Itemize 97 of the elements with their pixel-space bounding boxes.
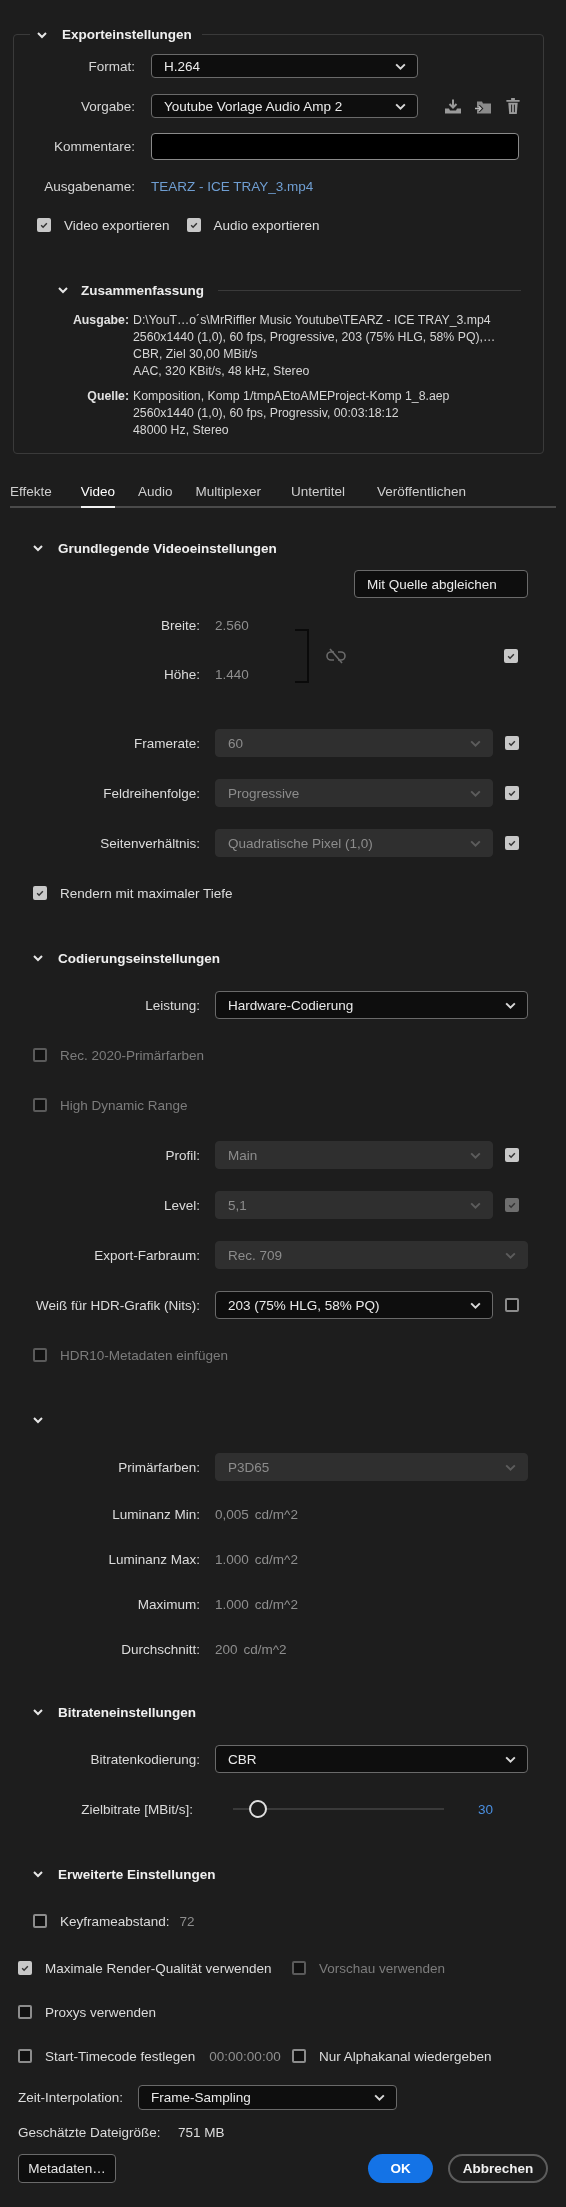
dropdown[interactable]: H.264 <box>151 54 418 78</box>
checkbox-label: Rendern mit maximaler Tiefe <box>60 885 233 901</box>
field-label: Seitenverhältnis: <box>99 835 200 851</box>
field-label: Durchschnitt: <box>120 1642 200 1657</box>
section-title: Erweiterte Einstellungen <box>58 1866 216 1882</box>
cancel-button[interactable]: Abbrechen <box>448 2153 548 2183</box>
field-label: Ausgabename: <box>43 178 135 194</box>
metadata-button[interactable]: Metadaten… <box>18 2153 116 2183</box>
comment-field[interactable] <box>151 132 519 160</box>
keyframe-value[interactable]: 72 <box>179 1913 195 1929</box>
field-label: Luminanz Max: <box>107 1552 200 1567</box>
slider-value[interactable]: 30 <box>478 1801 494 1817</box>
checkbox-label: HDR10-Metadaten einfügen <box>60 1347 229 1363</box>
tab[interactable]: Effekte <box>10 484 52 508</box>
value-text[interactable]: 200 <box>215 1642 238 1657</box>
field-label: Profil: <box>164 1147 200 1163</box>
checkbox-label: Rec. 2020-Primärfarben <box>60 1047 205 1063</box>
timecode-value[interactable]: 00:00:00:00 <box>209 2048 281 2064</box>
tab[interactable]: Multiplexer <box>195 484 261 508</box>
summary-text: AAC, 320 KBit/s, 48 kHz, Stereo <box>133 363 310 380</box>
section-title: Bitrateneinstellungen <box>58 1704 197 1720</box>
field-label: Geschätzte Dateigröße: <box>18 2124 162 2140</box>
field-label: Feldreihenfolge: <box>102 785 200 801</box>
checkbox[interactable] <box>33 1914 47 1928</box>
checkbox-label: Proxys verwenden <box>45 2004 157 2020</box>
dropdown[interactable]: CBR <box>215 1745 528 1773</box>
field-label: Vorgabe: <box>79 98 135 114</box>
checkbox[interactable] <box>505 1298 519 1312</box>
field-label: Breite: <box>159 617 200 633</box>
field-label: Export-Farbraum: <box>93 1247 200 1263</box>
field-label: Weiß für HDR-Grafik (Nits): <box>35 1297 200 1313</box>
checkbox[interactable] <box>18 2049 32 2063</box>
chevron-down-icon[interactable] <box>32 1414 44 1426</box>
field-label: Zielbitrate [MBit/s]: <box>80 1801 193 1817</box>
checkbox-label: Nur Alphakanal wiedergeben <box>319 2048 492 2064</box>
checkbox-label: Maximale Render-Qualität verwenden <box>45 1960 272 1976</box>
slider-thumb[interactable] <box>249 1800 268 1818</box>
chevron-down-icon[interactable] <box>32 1706 44 1718</box>
file-size-value: 751 MB <box>178 2124 225 2140</box>
field-label: Leistung: <box>144 997 200 1013</box>
summary-text: CBR, Ziel 30,00 MBit/s <box>133 346 258 363</box>
section-title: Exporteinstellungen <box>62 27 192 42</box>
summary-text: Komposition, Komp 1/tmpAEtoAMEProject-Komp 1_8.aep <box>133 388 450 405</box>
dropdown[interactable]: Hardware-Codierung <box>215 991 528 1019</box>
value-text[interactable]: 1.000 <box>215 1552 249 1567</box>
summary-text: 48000 Hz, Stereo <box>133 422 229 439</box>
checkbox-label: High Dynamic Range <box>60 1097 188 1113</box>
field-label: Höhe: <box>162 666 200 682</box>
match-source-button[interactable]: Mit Quelle abgleichen <box>354 570 528 598</box>
field-label: Zeit-Interpolation: <box>18 2089 125 2105</box>
unit-text: cd/m^2 <box>254 1507 298 1522</box>
unit-text: cd/m^2 <box>243 1642 287 1657</box>
checkbox-label: Vorschau verwenden <box>319 1960 446 1976</box>
tab[interactable]: Audio <box>138 484 173 508</box>
chevron-down-icon[interactable] <box>32 1868 44 1880</box>
summary-label: Quelle: <box>86 388 129 405</box>
trash-icon[interactable] <box>504 97 522 115</box>
checkbox-label: Start-Timecode festlegen <box>45 2048 196 2064</box>
section-title: Zusammenfassung <box>81 282 205 298</box>
width-value[interactable]: 2.560 <box>215 617 249 633</box>
summary-text: D:\YouT…o´s\MrRiffler Music Youtube\TEARZ - ICE TRAY_3.mp4 <box>133 312 491 329</box>
checkbox[interactable] <box>292 2049 306 2063</box>
field-label: Format: <box>87 58 135 74</box>
field-label: Kommentare: <box>52 138 135 154</box>
summary-label: Ausgabe: <box>71 312 129 329</box>
unit-text: cd/m^2 <box>254 1597 298 1612</box>
dropdown[interactable]: 203 (75% HLG, 58% PQ) <box>215 1291 493 1319</box>
field-label: Framerate: <box>132 735 200 751</box>
unit-text: cd/m^2 <box>254 1552 298 1567</box>
field-label: Level: <box>162 1197 200 1213</box>
field-label: Luminanz Min: <box>111 1507 200 1522</box>
tab[interactable]: Video <box>80 484 116 508</box>
chevron-down-icon[interactable] <box>32 952 44 964</box>
section-title: Codierungseinstellungen <box>58 950 220 966</box>
output-name-link[interactable]: TEARZ - ICE TRAY_3.mp4 <box>151 178 314 194</box>
chevron-down-icon[interactable] <box>57 284 69 296</box>
section-title: Grundlegende Videoeinstellungen <box>58 540 277 556</box>
tab[interactable]: Veröffentlichen <box>376 484 466 508</box>
value-text[interactable]: 1.000 <box>215 1597 249 1612</box>
field-label: Bitratenkodierung: <box>89 1751 200 1767</box>
ok-button[interactable]: OK <box>368 2153 433 2183</box>
checkbox-label: Audio exportieren <box>213 217 320 233</box>
broken-link-icon[interactable] <box>325 647 346 664</box>
checkbox-label: Video exportieren <box>64 217 170 233</box>
summary-text: 2560x1440 (1,0), 60 fps, Progressiv, 00:03:18:12 <box>133 405 399 422</box>
value-text[interactable]: 0,005 <box>215 1507 249 1522</box>
field-label: Maximum: <box>136 1597 200 1612</box>
summary-text: 2560x1440 (1,0), 60 fps, Progressive, 203 (75% HLG, 58% PQ),… <box>133 329 496 346</box>
checkbox[interactable] <box>18 2005 32 2019</box>
dropdown[interactable]: Youtube Vorlage Audio Amp 2 <box>151 94 418 118</box>
dropdown[interactable]: Frame-Sampling <box>138 2084 397 2110</box>
checkbox-label: Keyframeabstand: <box>60 1913 170 1929</box>
download-icon[interactable] <box>444 97 462 115</box>
tab[interactable]: Untertitel <box>290 484 345 508</box>
chevron-down-icon[interactable] <box>32 542 44 554</box>
field-label: Primärfarben: <box>117 1459 200 1475</box>
height-value[interactable]: 1.440 <box>215 666 249 682</box>
